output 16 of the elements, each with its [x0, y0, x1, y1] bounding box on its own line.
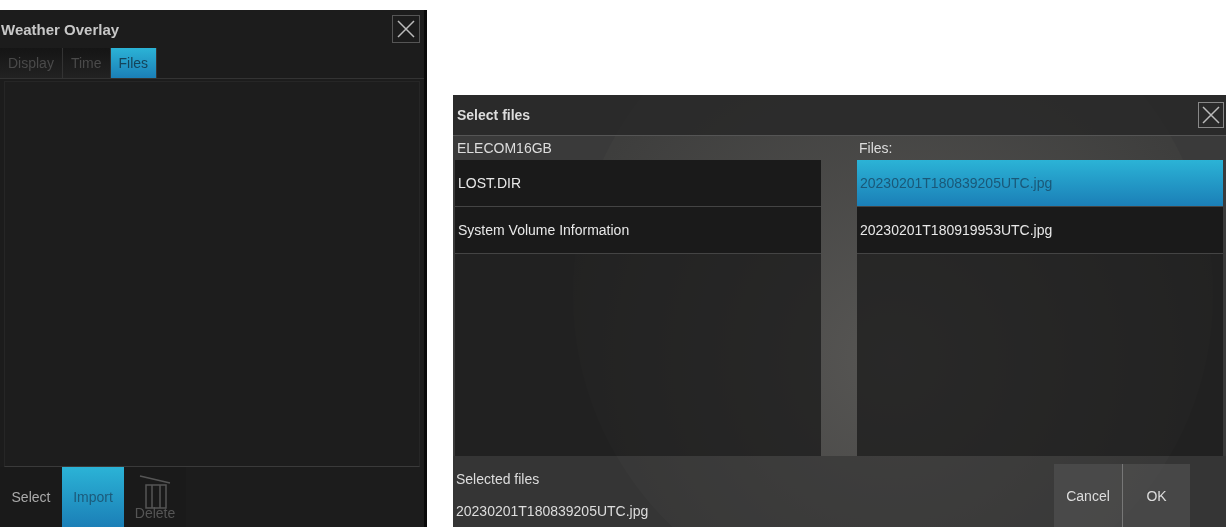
dialog-title: Select files — [457, 107, 531, 123]
close-button[interactable] — [392, 15, 420, 43]
close-icon — [396, 19, 416, 39]
folder-item[interactable]: LOST.DIR — [455, 160, 821, 207]
panel-title: Weather Overlay — [1, 20, 120, 38]
selected-files-label: Selected files — [456, 471, 541, 487]
close-button[interactable] — [1198, 102, 1224, 128]
drive-label: ELECOM16GB — [456, 139, 553, 158]
file-item[interactable]: 20230201T180919953UTC.jpg — [857, 207, 1223, 254]
close-icon — [1201, 105, 1221, 125]
dialog-button[interactable]: OK — [1122, 464, 1190, 527]
trash-icon — [138, 473, 172, 509]
folder-item[interactable]: System Volume Information — [455, 207, 821, 254]
selected-file-name: 20230201T180839205UTC.jpg — [456, 503, 649, 519]
files-label: Files: — [858, 139, 894, 158]
dialog-button[interactable]: Cancel — [1054, 464, 1122, 527]
